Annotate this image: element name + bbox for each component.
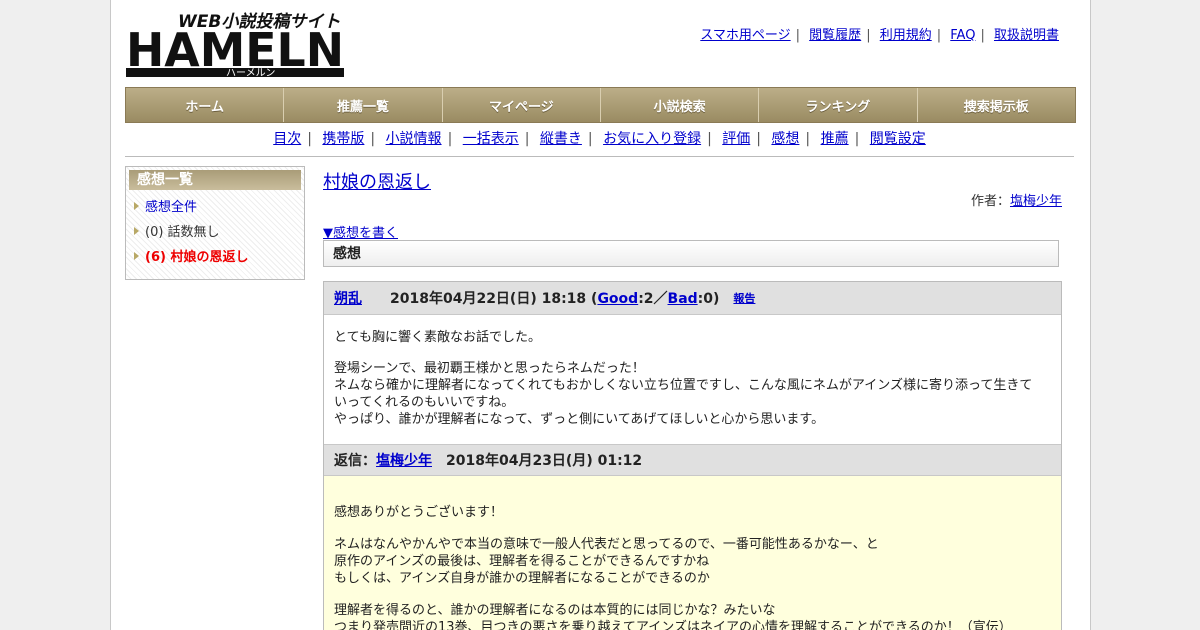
sidebar-title: 感想一覧 — [129, 170, 301, 190]
reply-date: 2018年04月23日(月) 01:12 — [446, 453, 643, 469]
main-nav: ホーム 推薦一覧 マイページ 小説検索 ランキング 捜索掲示板 — [125, 87, 1076, 123]
subnav-reviews[interactable]: 感想 — [771, 131, 799, 147]
review-paragraph: とても胸に響く素敵なお話でした。 — [334, 330, 541, 345]
sub-nav: 目次 | 携帯版 | 小説情報 | 一括表示 | 縦書き | お気に入り登録 | 評価 | 感… — [273, 131, 926, 147]
good-count: :2／ — [638, 291, 668, 307]
write-review-link[interactable]: ▼感想を書く — [323, 222, 398, 241]
author-label: 作者： — [970, 194, 1010, 209]
subnav-info[interactable]: 小説情報 — [386, 131, 442, 147]
subnav-all[interactable]: 一括表示 — [463, 131, 519, 147]
reply-paragraph: 理解者を得るのと、誰かの理解者になるのは本質的には同じかな？みたいな つまり発売… — [334, 603, 1012, 630]
subnav-toc[interactable]: 目次 — [273, 131, 301, 147]
author-link[interactable]: 塩梅少年 — [1010, 194, 1062, 209]
section-heading: 感想 — [323, 240, 1059, 267]
subnav-vertical[interactable]: 縦書き — [540, 131, 582, 147]
triangle-bullet-icon — [134, 201, 139, 210]
bad-count: :0) — [697, 291, 720, 307]
reply-label: 返信： — [334, 453, 376, 469]
review-meta: 2018年04月22日(日) 18:18 (Good:2／Bad:0) — [390, 288, 719, 308]
reviewer-link[interactable]: 朔乱 — [334, 288, 362, 308]
triangle-bullet-icon — [134, 226, 139, 235]
review-body: とても胸に響く素敵なお話でした。 登場シーンで、最初覇王様かと思ったらネムだった… — [324, 315, 1061, 428]
link-faq[interactable]: FAQ — [950, 28, 975, 43]
nav-ranking[interactable]: ランキング — [759, 88, 918, 122]
subnav-rating[interactable]: 評価 — [722, 131, 750, 147]
link-history[interactable]: 閲覧履歴 — [809, 28, 861, 43]
author-line: 作者：塩梅少年 — [971, 190, 1062, 209]
subnav-mobile[interactable]: 携帯版 — [322, 131, 364, 147]
reply-paragraph: 感想ありがとうございます！ — [334, 505, 504, 520]
hameln-logo[interactable]: WEB小説投稿サイト HAMELN ハーメルン — [126, 10, 346, 80]
sidebar-item-none: (0) 話数無し — [134, 221, 304, 240]
review-list-sidebar: 感想一覧 感想全件 (0) 話数無し (6) 村娘の恩返し — [125, 166, 305, 280]
triangle-bullet-icon — [134, 251, 139, 260]
top-links: スマホ用ページ | 閲覧履歴 | 利用規約 | FAQ | 取扱説明書 — [700, 28, 1059, 43]
nav-board[interactable]: 捜索掲示板 — [917, 88, 1075, 122]
sidebar-item-all: 感想全件 — [134, 196, 304, 215]
subnav-favorite[interactable]: お気に入り登録 — [603, 131, 701, 147]
review-header: 朔乱 2018年04月22日(日) 18:18 (Good:2／Bad:0) 報… — [324, 282, 1061, 315]
nav-search[interactable]: 小説検索 — [600, 88, 760, 122]
sidebar-label-none: (0) 話数無し — [145, 225, 220, 240]
bad-button[interactable]: Bad — [668, 291, 698, 307]
review-item: 朔乱 2018年04月22日(日) 18:18 (Good:2／Bad:0) 報… — [323, 281, 1062, 630]
sidebar-link-all[interactable]: 感想全件 — [145, 196, 197, 215]
good-button[interactable]: Good — [597, 291, 638, 307]
divider — [125, 156, 1074, 157]
reply-author-link[interactable]: 塩梅少年 — [376, 450, 432, 470]
logo-kana: ハーメルン — [226, 68, 275, 79]
link-terms[interactable]: 利用規約 — [880, 28, 932, 43]
link-smartphone[interactable]: スマホ用ページ — [700, 28, 790, 43]
sidebar-item-current: (6) 村娘の恩返し — [134, 246, 304, 265]
page: WEB小説投稿サイト HAMELN ハーメルン スマホ用ページ | 閲覧履歴 | 利… — [110, 0, 1091, 630]
subnav-settings[interactable]: 閲覧設定 — [870, 131, 926, 147]
report-link[interactable]: 報告 — [733, 290, 755, 306]
reply-paragraph: ネムはなんやかんやで本当の意味で一般人代表だと思ってるので、一番可能性あるかなー… — [334, 537, 879, 586]
nav-recommend[interactable]: 推薦一覧 — [284, 88, 443, 122]
link-manual[interactable]: 取扱説明書 — [994, 28, 1059, 43]
nav-mypage[interactable]: マイページ — [442, 88, 601, 122]
nav-home[interactable]: ホーム — [126, 88, 285, 122]
reply-header: 返信： 塩梅少年 2018年04月23日(月) 01:12 — [324, 444, 1061, 476]
novel-title[interactable]: 村娘の恩返し — [323, 168, 431, 194]
sidebar-label-current: (6) 村娘の恩返し — [145, 250, 249, 265]
review-date: 2018年04月22日(日) 18:18 ( — [390, 291, 598, 307]
reply-body: 感想ありがとうございます！ ネムはなんやかんやで本当の意味で一般人代表だと思って… — [324, 476, 1061, 630]
subnav-recommend[interactable]: 推薦 — [821, 131, 849, 147]
review-paragraph: 登場シーンで、最初覇王様かと思ったらネムだった！ ネムなら確かに理解者になってく… — [334, 361, 1033, 427]
